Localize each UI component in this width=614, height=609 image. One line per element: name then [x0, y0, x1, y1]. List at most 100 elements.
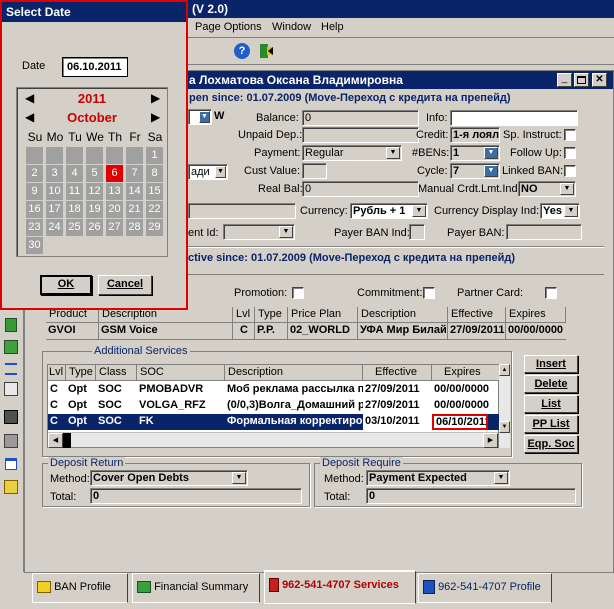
cycle-combo[interactable]: 7 ▼	[450, 163, 500, 179]
calendar-day[interactable]: 20	[106, 201, 123, 218]
calendar-day[interactable]: 21	[126, 201, 143, 218]
window-icon[interactable]	[5, 458, 17, 470]
ent-id-combo[interactable]: ▼	[223, 224, 295, 240]
currency-combo[interactable]: Рубль + 1 ▼	[350, 203, 428, 219]
calendar-day[interactable]: 1	[146, 147, 163, 164]
account-type-combo[interactable]: ▼	[188, 109, 212, 125]
list-button[interactable]: List	[524, 395, 578, 413]
deposit-require-method-combo[interactable]: Payment Expected ▼	[366, 470, 510, 486]
bens-combo[interactable]: 1 ▼	[450, 145, 500, 161]
minimize-button[interactable]: _	[557, 73, 572, 87]
commitment-checkbox[interactable]	[423, 287, 435, 299]
pp-list-button[interactable]: PP List	[524, 415, 578, 433]
tree-icon[interactable]	[4, 480, 18, 494]
calendar-day[interactable]: 5	[86, 165, 103, 182]
calendar-day[interactable]: 18	[66, 201, 83, 218]
insert-button[interactable]: Insert	[524, 355, 578, 373]
sp-instruct-checkbox[interactable]	[564, 129, 576, 141]
chevron-down-icon[interactable]: ▼	[199, 111, 210, 123]
scroll-down-button[interactable]: ▼	[499, 421, 510, 433]
currency-display-combo[interactable]: Yes ▼	[540, 203, 580, 219]
scroll-thumb[interactable]	[63, 433, 71, 448]
chevron-down-icon[interactable]: ▼	[484, 147, 498, 159]
calendar-day[interactable]: 14	[126, 183, 143, 200]
close-button[interactable]: ✕	[592, 73, 607, 87]
calendar-day[interactable]: 2	[26, 165, 43, 182]
table-row[interactable]: C Opt SOC PMOBADVR Моб реклама рассылка …	[48, 382, 500, 398]
tab-ban-profile[interactable]: BAN Profile	[32, 573, 128, 603]
table-row-selected[interactable]: C Opt SOC FK Формальная корректиро 03/10…	[48, 414, 500, 430]
calendar-day[interactable]: 24	[46, 219, 63, 236]
follow-up-checkbox[interactable]	[564, 147, 576, 159]
chevron-down-icon[interactable]: ▼	[232, 472, 246, 484]
calendar-day-selected[interactable]: 6	[106, 165, 123, 182]
delete-button[interactable]: Delete	[524, 375, 578, 393]
scroll-right-button[interactable]: ▶	[483, 433, 498, 448]
cancel-button[interactable]: Cancel	[98, 275, 152, 295]
calendar-day[interactable]: 9	[26, 183, 43, 200]
table-row[interactable]: C Opt SOC VOLGA_RFZ (0/0,3)Волга_Домашни…	[48, 398, 500, 414]
calendar-day[interactable]: 11	[66, 183, 83, 200]
table-row[interactable]: GVOI GSM Voice C P.P. 02_WORLD УФА Мир Б…	[46, 323, 566, 340]
save-icon[interactable]	[4, 410, 18, 424]
tab-services[interactable]: 962-541-4707 Services	[264, 570, 416, 604]
exit-door-icon[interactable]	[258, 43, 274, 59]
calendar-day[interactable]: 19	[86, 201, 103, 218]
calendar-day[interactable]: 27	[106, 219, 123, 236]
calendar-day[interactable]: 26	[86, 219, 103, 236]
calendar-day[interactable]: 29	[146, 219, 163, 236]
chevron-down-icon[interactable]: ▼	[412, 205, 426, 217]
promotion-checkbox[interactable]	[292, 287, 304, 299]
tab-financial-summary[interactable]: Financial Summary	[132, 573, 260, 603]
calendar-day[interactable]: 16	[26, 201, 43, 218]
menu-help[interactable]: Help	[321, 21, 344, 33]
chevron-down-icon[interactable]: ▼	[484, 165, 498, 177]
calendar-day[interactable]: 3	[46, 165, 63, 182]
calendar-day[interactable]: 8	[146, 165, 163, 182]
edit-icon[interactable]	[4, 382, 18, 396]
vertical-scrollbar[interactable]: ▲ ▼	[499, 364, 510, 448]
maximize-button[interactable]	[574, 73, 589, 87]
calendar-day[interactable]: 4	[66, 165, 83, 182]
ok-button[interactable]: OK	[40, 275, 92, 295]
help-icon[interactable]: ?	[234, 43, 250, 59]
calendar-day[interactable]: 7	[126, 165, 143, 182]
chevron-down-icon[interactable]: ▼	[386, 147, 400, 159]
chevron-down-icon[interactable]: ▼	[215, 166, 226, 178]
calendar-day[interactable]: 25	[66, 219, 83, 236]
next-year-button[interactable]: ▶	[151, 91, 160, 105]
deposit-return-method-combo[interactable]: Cover Open Debts ▼	[90, 470, 248, 486]
calendar-day[interactable]: 13	[106, 183, 123, 200]
menu-page-options[interactable]: Page Options	[195, 21, 262, 33]
calendar-day[interactable]: 22	[146, 201, 163, 218]
copy-icon[interactable]	[4, 340, 18, 354]
chevron-down-icon[interactable]: ▼	[560, 183, 574, 195]
calendar-day[interactable]: 15	[146, 183, 163, 200]
scroll-left-button[interactable]: ◀	[48, 433, 63, 448]
calendar-day[interactable]: 17	[46, 201, 63, 218]
menu-window[interactable]: Window	[272, 21, 311, 33]
calendar-day[interactable]: 10	[46, 183, 63, 200]
list-icon[interactable]	[5, 363, 17, 375]
tab-profile[interactable]: 962-541-4707 Profile	[418, 573, 552, 603]
manual-crdt-combo[interactable]: NO ▼	[518, 181, 576, 197]
scroll-up-button[interactable]: ▲	[499, 364, 510, 376]
linked-ban-checkbox[interactable]	[564, 165, 576, 177]
eqp-soc-button[interactable]: Eqp. Soc	[524, 435, 578, 453]
document-icon[interactable]	[5, 318, 17, 332]
expires-cell-editing[interactable]: 06/10/2011	[432, 414, 488, 430]
chevron-down-icon[interactable]: ▼	[279, 226, 293, 238]
calendar-day[interactable]: 23	[26, 219, 43, 236]
date-input[interactable]: 06.10.2011	[62, 57, 128, 77]
next-month-button[interactable]: ▶	[151, 110, 160, 124]
calendar-day[interactable]: 28	[126, 219, 143, 236]
horizontal-scrollbar[interactable]: ◀ ▶	[48, 432, 498, 448]
calendar-day[interactable]: 12	[86, 183, 103, 200]
partner-card-checkbox[interactable]	[545, 287, 557, 299]
calendar-day[interactable]: 30	[26, 237, 43, 254]
chevron-down-icon[interactable]: ▼	[564, 205, 578, 217]
network-icon[interactable]	[4, 434, 18, 448]
left-sub-combo[interactable]: ади ▼	[188, 164, 228, 180]
chevron-down-icon[interactable]: ▼	[494, 472, 508, 484]
payment-combo[interactable]: Regular ▼	[302, 145, 402, 161]
